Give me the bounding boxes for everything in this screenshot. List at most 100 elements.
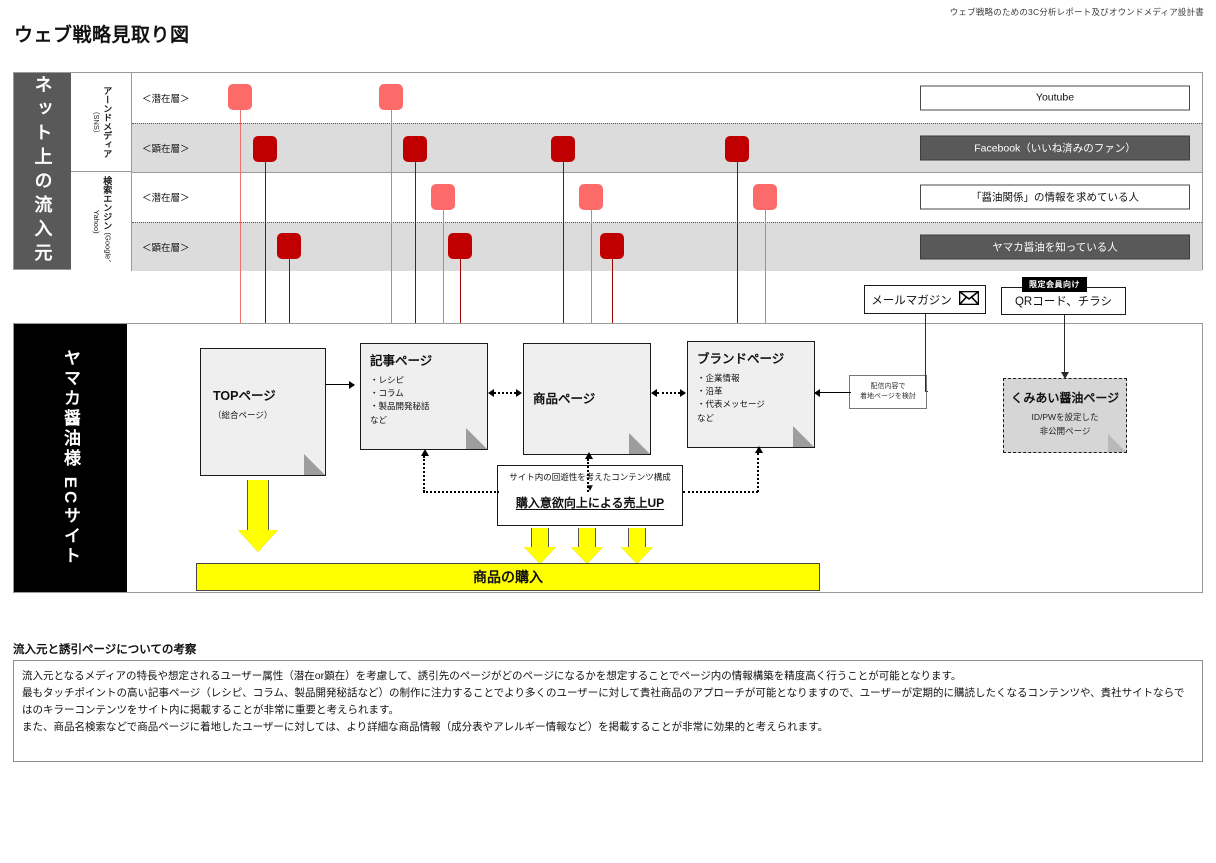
- page-card-brand[interactable]: ブランドページ ・企業情報 ・沿革 ・代表メッセージ など: [687, 341, 815, 448]
- qr-arrow-to-secret-page: [1060, 315, 1069, 379]
- folded-corner-icon: [1108, 434, 1126, 452]
- mailmagazine-label: メールマガジン: [871, 294, 952, 307]
- inflow-band-label: ネット上の流入元: [14, 73, 71, 269]
- note-title: 流入元と誘引ページについての考察: [13, 644, 197, 656]
- page-card-product[interactable]: 商品ページ: [523, 343, 651, 455]
- touchpoint-chip-actual[interactable]: [277, 233, 301, 259]
- touchpoint-chip-actual[interactable]: [253, 136, 277, 162]
- loop-strategy-box: サイト内の回遊性を考えたコンテンツ構成 ▼ 購入意欲向上による売上UP: [497, 465, 683, 526]
- triangle-down-icon: ▼: [585, 483, 595, 494]
- touchpoint-chip-actual[interactable]: [403, 136, 427, 162]
- touchpoint-chip-actual[interactable]: [448, 233, 472, 259]
- page-card-brand-item: ・代表メッセージ: [697, 399, 765, 410]
- loop-box-line1: サイト内の回遊性を考えたコンテンツ構成: [509, 472, 671, 482]
- secret-page-sub1: ID/PWを設定した: [1031, 412, 1099, 422]
- web-strategy-diagram-page: ウェブ戦略のための3C分析レポート及びオウンドメディア設計書 ウェブ戦略見取り図…: [0, 0, 1216, 863]
- page-card-brand-title: ブランドページ: [697, 352, 785, 366]
- document-subtitle: ウェブ戦略のための3C分析レポート及びオウンドメディア設計書: [949, 7, 1204, 17]
- purchase-bar[interactable]: 商品の購入: [196, 563, 820, 591]
- page-card-brand-item: ・企業情報: [697, 373, 740, 383]
- page-card-top-title: TOPページ: [213, 389, 276, 403]
- inflow-band-label-text: ネット上の流入元: [32, 75, 53, 267]
- flow-arrow-article-product: [488, 389, 522, 397]
- flow-connector-actual: [612, 259, 613, 332]
- folded-corner-icon: [466, 428, 487, 449]
- mailmag-vertical-line: [925, 314, 926, 392]
- category-search-engine: 検索エンジン (Google、Yahoo): [71, 172, 132, 271]
- loop-feedback-up-article: [420, 449, 429, 492]
- category-earned-media-sub: （SNS）: [92, 106, 101, 138]
- page-card-top[interactable]: TOPページ （総合ページ）: [200, 348, 326, 476]
- inflow-row-facebook: ＜顕在層＞ Facebook（いいね済みのファン）: [132, 122, 1202, 172]
- page-card-article-item: ・レシピ: [370, 375, 405, 385]
- loop-feedback-up-brand: [754, 446, 763, 492]
- note-body: 流入元となるメディアの特長や想定されるユーザー属性（潜在or顕在）を考慮して、誘…: [13, 660, 1203, 762]
- envelope-icon: [958, 290, 980, 308]
- flow-connector-actual: [737, 162, 738, 330]
- flow-connector-latent: [391, 110, 392, 332]
- page-card-brand-item: など: [697, 412, 715, 423]
- channel-box-facebook[interactable]: Facebook（いいね済みのファン）: [920, 135, 1190, 161]
- mailmag-corner: [927, 391, 928, 392]
- note-paragraph: また、商品名検索などで商品ページに着地したユーザーに対しては、より詳細な商品情報…: [22, 721, 829, 733]
- ecsite-band-label: ヤマカ醤油様 ECサイト: [14, 324, 127, 592]
- flow-connector-latent: [240, 110, 241, 338]
- page-card-article-title: 記事ページ: [370, 354, 433, 368]
- memo-arrow-to-brand: [815, 392, 851, 393]
- flow-arrow-top-to-article: [326, 380, 355, 389]
- yellow-arrow-top-to-purchase: [238, 480, 278, 552]
- flow-connector-latent: [765, 210, 766, 330]
- note-paragraph: 流入元となるメディアの特長や想定されるユーザー属性（潜在or顕在）を考慮して、誘…: [22, 670, 962, 682]
- note-paragraph: 最もタッチポイントの高い記事ページ（レシピ、コラム、製品開発秘話など）の制作に注…: [22, 687, 1185, 716]
- ecsite-band-label-text: ヤマカ醤油様 ECサイト: [61, 349, 80, 567]
- channel-box-soy-info-seekers[interactable]: 「醤油関係」の情報を求めている人: [920, 184, 1190, 210]
- secret-page-card[interactable]: くみあい醤油ページ ID/PWを設定した 非公開ページ: [1003, 378, 1127, 453]
- mailmagazine-box[interactable]: メールマガジン: [864, 285, 986, 314]
- page-card-top-line: （総合ページ）: [213, 410, 273, 420]
- secret-page-title: くみあい醤油ページ: [1010, 391, 1120, 405]
- page-card-brand-item: ・沿革: [697, 386, 723, 397]
- delivery-memo-line2: 着地ページを検討: [860, 393, 916, 400]
- flow-connector-actual: [563, 162, 564, 332]
- layer-label-latent-search: ＜潜在層＞: [142, 193, 190, 205]
- delivery-memo-line1: 配信内容で: [870, 382, 906, 390]
- channel-box-brand-aware[interactable]: ヤマカ醤油を知っている人: [920, 234, 1190, 260]
- page-card-article-item: ・コラム: [370, 388, 404, 399]
- touchpoint-chip-latent[interactable]: [753, 184, 777, 210]
- loop-feedback-line-right: [683, 491, 758, 493]
- loop-box-line2: 購入意欲向上による売上UP: [515, 496, 665, 510]
- folded-corner-icon: [793, 426, 814, 447]
- members-only-badge: 限定会員向け: [1022, 277, 1087, 292]
- flow-connector-actual: [265, 162, 266, 338]
- inflow-row-search-latent: ＜潜在層＞ 「醤油関係」の情報を求めている人: [132, 172, 1202, 222]
- flow-connector-latent: [443, 210, 444, 332]
- page-card-article-item: ・製品開発秘話: [370, 401, 430, 412]
- category-earned-media-name: アーンドメディア: [102, 86, 113, 158]
- yellow-arrow-to-purchase: [571, 528, 603, 564]
- delivery-memo-box: 配信内容で 着地ページを検討: [849, 375, 927, 409]
- touchpoint-chip-actual[interactable]: [551, 136, 575, 162]
- yellow-arrow-to-purchase: [621, 528, 653, 564]
- loop-feedback-up-product: [584, 452, 593, 492]
- folded-corner-icon: [304, 454, 325, 475]
- inflow-row-youtube: ＜潜在層＞ Youtube: [132, 73, 1202, 123]
- flow-arrow-product-brand: [651, 389, 686, 397]
- page-card-article[interactable]: 記事ページ ・レシピ ・コラム ・製品開発秘話 など: [360, 343, 488, 450]
- touchpoint-chip-actual[interactable]: [600, 233, 624, 259]
- touchpoint-chip-latent[interactable]: [579, 184, 603, 210]
- flow-connector-latent: [591, 210, 592, 332]
- folded-corner-icon: [629, 433, 650, 454]
- touchpoint-chip-latent[interactable]: [431, 184, 455, 210]
- flow-connector-actual: [415, 162, 416, 332]
- touchpoint-chip-latent[interactable]: [228, 84, 252, 110]
- yellow-arrow-to-purchase: [524, 528, 556, 564]
- channel-box-youtube[interactable]: Youtube: [920, 85, 1190, 111]
- layer-label-actual-search: ＜顕在層＞: [142, 242, 190, 254]
- flow-connector-actual: [460, 259, 461, 332]
- touchpoint-chip-latent[interactable]: [379, 84, 403, 110]
- category-search-engine-name: 検索エンジン: [102, 176, 113, 231]
- category-earned-media: アーンドメディア （SNS）: [71, 73, 132, 172]
- page-card-article-item: など: [370, 414, 388, 425]
- page-card-product-title: 商品ページ: [533, 392, 596, 406]
- touchpoint-chip-actual[interactable]: [725, 136, 749, 162]
